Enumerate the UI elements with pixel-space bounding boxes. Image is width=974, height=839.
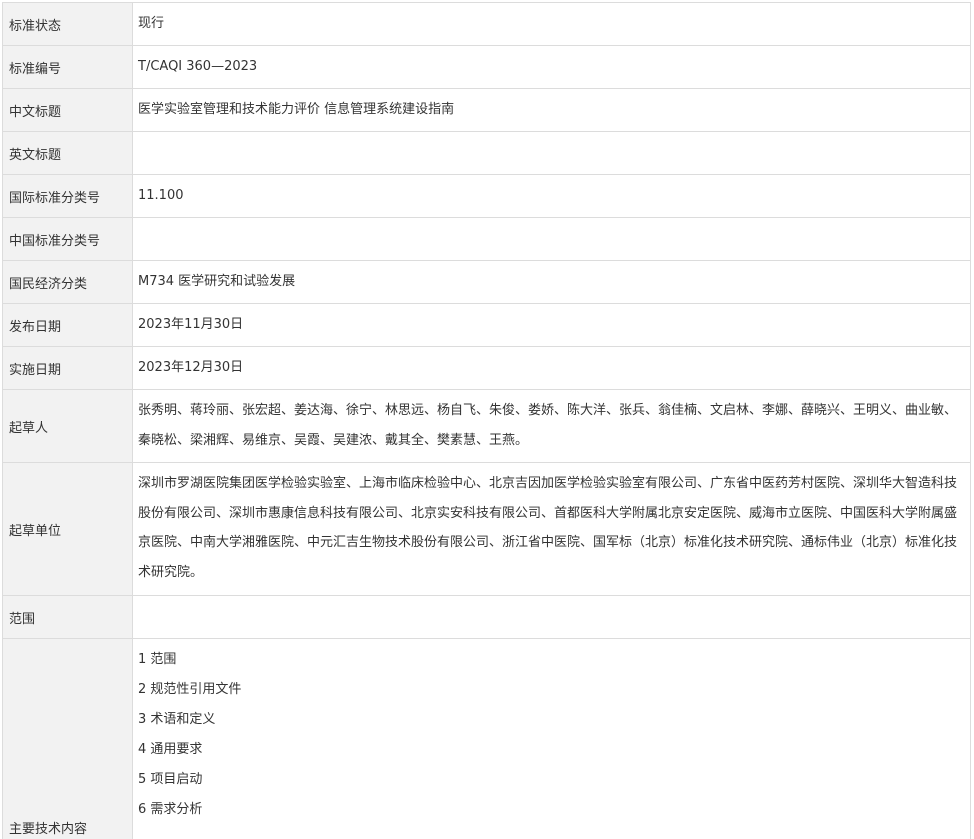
row-economic-classification: 国民经济分类 M734 医学研究和试验发展: [2, 261, 971, 304]
toc-list: 1 范围 2 规范性引用文件 3 术语和定义 4 通用要求 5 项目启动 6 需…: [133, 639, 970, 839]
row-label: 国民经济分类: [3, 261, 133, 303]
row-drafters: 起草人 张秀明、蒋玲丽、张宏超、姜达海、徐宁、林思远、杨自飞、朱俊、娄娇、陈大洋…: [2, 390, 971, 463]
toc-item: 4 通用要求: [138, 742, 203, 757]
row-value: 深圳市罗湖医院集团医学检验实验室、上海市临床检验中心、北京吉因加医学检验实验室有…: [138, 476, 958, 580]
row-value: [133, 596, 970, 638]
row-value: 11.100: [138, 188, 184, 204]
row-publish-date: 发布日期 2023年11月30日: [2, 304, 971, 347]
standard-info-table: 标准状态 现行 标准编号 T/CAQI 360—2023 中文标题 医学实验室管…: [2, 2, 971, 839]
row-value: M734 医学研究和试验发展: [138, 274, 296, 290]
row-label: 起草人: [3, 390, 133, 462]
toc-item: 1 范围: [138, 652, 177, 667]
row-value: 2023年12月30日: [138, 360, 244, 376]
row-implement-date: 实施日期 2023年12月30日: [2, 347, 971, 390]
row-drafting-units: 起草单位 深圳市罗湖医院集团医学检验实验室、上海市临床检验中心、北京吉因加医学检…: [2, 463, 971, 596]
row-label: 实施日期: [3, 347, 133, 389]
row-value: T/CAQI 360—2023: [138, 59, 258, 75]
row-label: 发布日期: [3, 304, 133, 346]
row-label: 范围: [3, 596, 133, 638]
row-value: 现行: [138, 16, 165, 32]
toc-item: 5 项目启动: [138, 772, 203, 787]
row-value: 张秀明、蒋玲丽、张宏超、姜达海、徐宁、林思远、杨自飞、朱俊、娄娇、陈大洋、张兵、…: [138, 403, 958, 448]
row-standard-number: 标准编号 T/CAQI 360—2023: [2, 46, 971, 89]
row-value: [133, 218, 970, 260]
toc-item: 3 术语和定义: [138, 712, 216, 727]
row-status: 标准状态 现行: [2, 3, 971, 46]
row-scope: 范围: [2, 596, 971, 639]
row-label: 起草单位: [3, 463, 133, 595]
row-label: 国际标准分类号: [3, 175, 133, 217]
row-value: 2023年11月30日: [138, 317, 244, 333]
row-label: 标准状态: [3, 3, 133, 45]
row-chinese-title: 中文标题 医学实验室管理和技术能力评价 信息管理系统建设指南: [2, 89, 971, 132]
row-english-title: 英文标题: [2, 132, 971, 175]
row-label: 英文标题: [3, 132, 133, 174]
row-value: 医学实验室管理和技术能力评价 信息管理系统建设指南: [138, 102, 455, 118]
row-label: 中国标准分类号: [3, 218, 133, 260]
row-label: 主要技术内容: [3, 639, 133, 839]
row-main-content: 主要技术内容 1 范围 2 规范性引用文件 3 术语和定义 4 通用要求 5 项…: [2, 639, 971, 839]
row-ccs: 中国标准分类号: [2, 218, 971, 261]
toc-item: 6 需求分析: [138, 802, 203, 817]
row-label: 中文标题: [3, 89, 133, 131]
row-label: 标准编号: [3, 46, 133, 88]
row-ics: 国际标准分类号 11.100: [2, 175, 971, 218]
row-value: [133, 132, 970, 174]
toc-item: 2 规范性引用文件: [138, 682, 242, 697]
